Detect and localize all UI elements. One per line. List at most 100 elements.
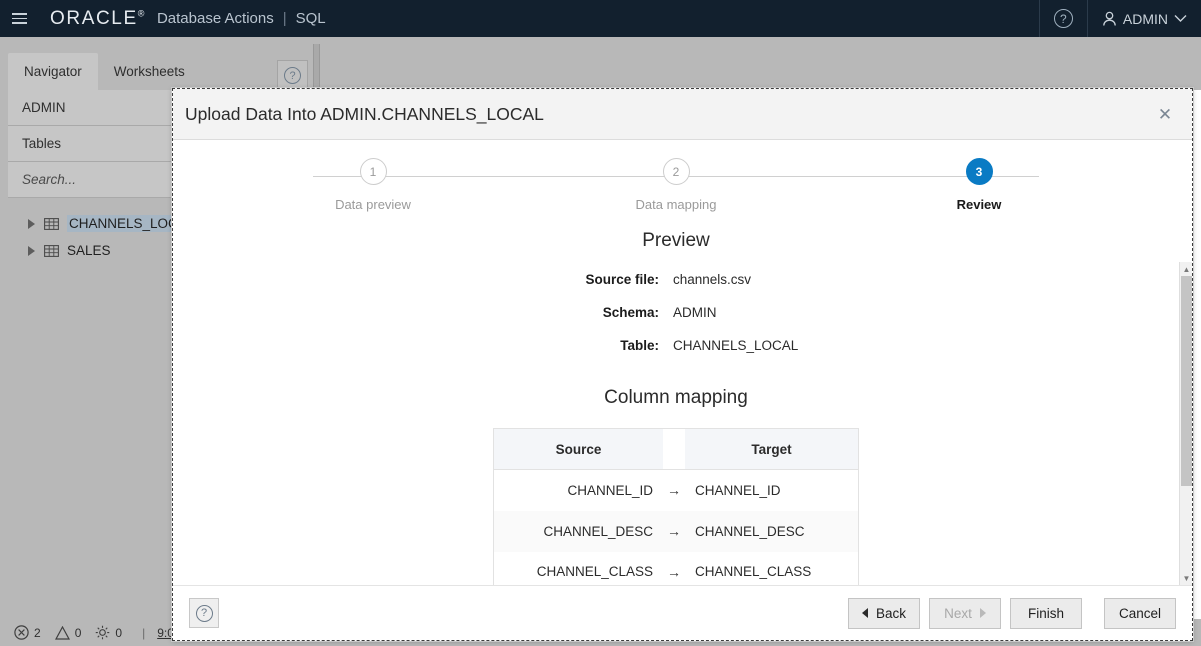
chevron-down-icon — [1174, 14, 1187, 23]
cancel-button[interactable]: Cancel — [1104, 598, 1176, 629]
table-icon — [44, 218, 59, 230]
secondary-toolbar: Navigator Worksheets ? [Worksheet]* — [0, 37, 1201, 90]
upload-data-dialog: Upload Data Into ADMIN.CHANNELS_LOCAL ✕ … — [172, 88, 1193, 641]
dialog-body: 1 Data preview 2 Data mapping 3 Review — [173, 140, 1192, 585]
dialog-footer: ? Back Next Finish Cancel — [173, 585, 1192, 640]
person-icon — [1102, 11, 1117, 27]
step-data-preview[interactable]: 1 Data preview — [313, 158, 433, 212]
tab-navigator-label: Navigator — [24, 64, 82, 79]
step-data-mapping[interactable]: 2 Data mapping — [616, 158, 736, 212]
dialog-header: Upload Data Into ADMIN.CHANNELS_LOCAL ✕ — [173, 89, 1192, 140]
navigator-help-button[interactable]: ? — [277, 60, 308, 91]
triangle-right-icon[interactable] — [28, 246, 35, 256]
detail-label: Schema: — [173, 305, 673, 320]
question-circle-icon: ? — [1054, 9, 1073, 28]
back-button[interactable]: Back — [848, 598, 920, 629]
question-circle-icon: ? — [284, 67, 301, 84]
column-header-source: Source — [494, 429, 664, 470]
scroll-down-icon[interactable]: ▼ — [1180, 571, 1192, 585]
cell-target: CHANNEL_CLASS — [685, 552, 859, 586]
detail-label: Table: — [173, 338, 673, 353]
panel-tabstrip: Navigator Worksheets — [8, 37, 201, 90]
table-row: CHANNEL_ID → CHANNEL_ID — [494, 470, 859, 511]
status-warnings[interactable]: 0 — [55, 626, 82, 640]
settings-count: 0 — [115, 626, 122, 640]
table-row: CHANNEL_CLASS → CHANNEL_CLASS — [494, 552, 859, 586]
cell-target: CHANNEL_DESC — [685, 511, 859, 552]
arrow-icon: → — [663, 511, 685, 552]
global-help-button[interactable]: ? — [1040, 0, 1087, 37]
status-errors[interactable]: 2 — [14, 625, 41, 640]
module-title: SQL — [296, 10, 326, 27]
next-button-label: Next — [944, 606, 972, 621]
table-row: CHANNEL_DESC → CHANNEL_DESC — [494, 511, 859, 552]
tree-item-label: SALES — [67, 243, 111, 258]
detail-value: ADMIN — [673, 305, 717, 320]
dialog-scrollbar[interactable]: ▲ ▼ — [1179, 262, 1192, 585]
triangle-right-icon — [980, 608, 986, 618]
table-icon — [44, 245, 59, 257]
detail-value: channels.csv — [673, 272, 751, 287]
object-type-value: Tables — [22, 136, 61, 151]
dialog-scroll-content: 1 Data preview 2 Data mapping 3 Review — [173, 140, 1179, 585]
column-mapping-heading: Column mapping — [173, 387, 1179, 409]
triangle-left-icon — [862, 608, 868, 618]
gear-icon — [95, 625, 110, 640]
arrow-icon: → — [663, 470, 685, 511]
cell-source: CHANNEL_ID — [494, 470, 664, 511]
preview-heading: Preview — [173, 230, 1179, 252]
column-header-arrow — [663, 429, 685, 470]
tab-navigator[interactable]: Navigator — [8, 53, 98, 90]
dialog-help-button[interactable]: ? — [189, 598, 219, 628]
oracle-logo: ORACLE® — [50, 8, 146, 30]
table-header-row: Source Target — [494, 429, 859, 470]
back-button-label: Back — [876, 606, 906, 621]
scrollbar-thumb[interactable] — [1181, 276, 1192, 486]
detail-row-schema: Schema: ADMIN — [173, 305, 1179, 320]
finish-button[interactable]: Finish — [1010, 598, 1082, 629]
detail-row-source-file: Source file: channels.csv — [173, 272, 1179, 287]
next-button: Next — [929, 598, 1001, 629]
column-mapping-table-wrap: Source Target CHANNEL_ID → CHANNEL_ID — [173, 428, 1179, 585]
cell-source: CHANNEL_CLASS — [494, 552, 664, 586]
step-number: 1 — [360, 158, 387, 185]
status-pipe: | — [142, 626, 145, 640]
application-window: ORACLE® Database Actions | SQL ? ADMIN N… — [0, 0, 1201, 646]
detail-label: Source file: — [173, 272, 673, 287]
user-name-label: ADMIN — [1123, 11, 1168, 27]
finish-button-label: Finish — [1028, 606, 1064, 621]
global-header: ORACLE® Database Actions | SQL ? ADMIN — [0, 0, 1201, 37]
triangle-right-icon[interactable] — [28, 219, 35, 229]
step-label: Review — [957, 197, 1002, 212]
dialog-title: Upload Data Into ADMIN.CHANNELS_LOCAL — [185, 104, 1152, 125]
user-menu-button[interactable]: ADMIN — [1088, 0, 1201, 37]
column-header-target: Target — [685, 429, 859, 470]
cancel-button-label: Cancel — [1119, 606, 1161, 621]
close-icon[interactable]: ✕ — [1152, 101, 1178, 127]
registered-mark: ® — [138, 8, 146, 18]
warning-triangle-icon — [55, 626, 70, 640]
column-mapping-table: Source Target CHANNEL_ID → CHANNEL_ID — [493, 428, 859, 585]
detail-row-table: Table: CHANNELS_LOCAL — [173, 338, 1179, 353]
header-separator: | — [283, 10, 287, 27]
status-settings[interactable]: 0 — [95, 625, 122, 640]
oracle-wordmark: ORACLE — [50, 8, 138, 29]
schema-value: ADMIN — [22, 100, 66, 115]
cell-target: CHANNEL_ID — [685, 470, 859, 511]
detail-value: CHANNELS_LOCAL — [673, 338, 798, 353]
hamburger-menu-icon[interactable] — [0, 0, 38, 37]
app-title: Database Actions — [157, 10, 274, 27]
scroll-up-icon[interactable]: ▲ — [1180, 262, 1192, 276]
step-label: Data mapping — [636, 197, 717, 212]
preview-details: Source file: channels.csv Schema: ADMIN … — [173, 272, 1179, 353]
arrow-icon: → — [663, 552, 685, 586]
warning-count: 0 — [75, 626, 82, 640]
panel-splitter[interactable] — [313, 44, 320, 92]
step-number: 2 — [663, 158, 690, 185]
step-review[interactable]: 3 Review — [919, 158, 1039, 212]
tab-worksheets-label: Worksheets — [114, 64, 185, 79]
error-circle-icon — [14, 625, 29, 640]
error-count: 2 — [34, 626, 41, 640]
step-number: 3 — [966, 158, 993, 185]
tab-worksheets[interactable]: Worksheets — [98, 53, 201, 90]
